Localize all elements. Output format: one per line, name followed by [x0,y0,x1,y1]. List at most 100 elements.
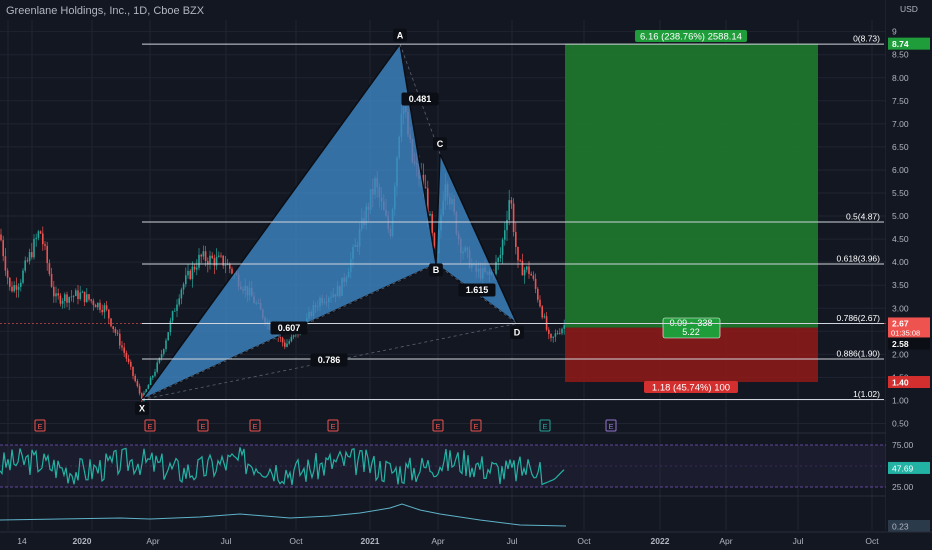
long-position-tool[interactable]: 6.16 (238.76%) 2588.141.18 (45.74%) 1000… [565,30,818,394]
candle-body [552,336,554,338]
candle-body [77,290,79,299]
candle-body [167,332,169,341]
candle-body [97,302,99,308]
candle-body [127,358,130,363]
candle-body [497,258,499,262]
candle-body [174,310,176,312]
candle-body [176,304,178,311]
candle-body [288,341,290,344]
candle-body [90,299,92,301]
earnings-letter-2: E [200,422,205,431]
fib-label-3: 0.786(2.67) [837,313,881,323]
price-tick-3: 2.00 [892,349,909,359]
candle-body [149,377,152,385]
rsi-tick-1: 25.00 [892,482,914,492]
candle-body [70,296,73,298]
ratio-label-1: 0.786 [318,355,341,365]
candle-body [198,254,200,268]
candle-body [204,251,207,262]
time-label-1: 2020 [73,536,92,546]
candle-body [39,231,42,234]
candle-body [279,337,282,339]
candle-body [59,295,62,304]
ratio-label-2: 0.481 [409,94,432,104]
candle-body [138,386,141,394]
point-label-d: D [514,328,521,338]
candle-body [229,263,231,269]
candle-body [28,252,31,262]
time-label-7: Jul [507,536,518,546]
candle-body [539,299,541,307]
earnings-letter-6: E [473,422,478,431]
price-tick-0: 0.50 [892,419,909,429]
candle-body [510,200,513,204]
earnings-letter-0: E [37,422,42,431]
price-tick-1: 1.00 [892,395,909,405]
candle-body [563,325,565,329]
time-label-8: Oct [577,536,591,546]
candle-body [130,362,132,367]
candle-body [286,343,288,347]
time-label-10: Apr [719,536,732,546]
candle-body [521,260,524,276]
candle-body [61,301,64,304]
candle-body [559,333,561,335]
candle-body [68,297,70,303]
candle-body [156,362,158,372]
time-label-9: 2022 [651,536,670,546]
price-tick-11: 6.00 [892,165,909,175]
time-label-12: Oct [865,536,879,546]
candle-body [92,300,95,305]
candle-body [231,268,233,274]
candle-body [561,328,563,334]
earnings-letter-7: E [542,422,547,431]
candle-body [24,260,26,271]
candle-body [548,329,550,334]
candle-body [125,352,128,359]
time-label-6: Apr [431,536,444,546]
candle-body [154,371,156,376]
candle-body [2,240,4,257]
price-axis[interactable]: USD0.501.001.502.002.503.003.504.004.505… [886,0,932,550]
earnings-letter-4: E [330,422,335,431]
currency-label: USD [900,4,918,14]
candle-body [537,288,539,300]
candle-body [108,309,110,319]
candle-body [152,375,154,378]
candle-body [53,286,55,297]
price-tick-16: 8.50 [892,50,909,60]
candle-body [17,286,20,290]
candle-body [114,329,117,333]
candle-body [532,275,535,279]
chart-stage[interactable]: Greenlane Holdings, Inc., 1D, Cboe BZX 6… [0,0,932,550]
candle-body [6,270,9,278]
candle-body [202,251,205,257]
price-tick-15: 8.00 [892,73,909,83]
candle-body [26,260,29,262]
rsi-pane[interactable] [0,444,886,488]
rsi-value-tag: 47.69 [892,463,914,473]
candle-body [193,266,196,270]
price-tick-8: 4.50 [892,234,909,244]
candle-body [182,284,185,290]
candle-body [9,277,11,287]
candle-body [121,345,123,348]
candle-body [224,264,227,266]
candle-body [506,219,508,231]
time-axis[interactable]: 14 2020 Apr Jul Oct 2021 Apr Jul Oct 2022 Apr Jul Oc… [0,531,932,550]
candle-body [187,270,189,276]
candle-body [88,294,90,300]
fib-label-1: 0.5(4.87) [846,212,880,222]
point-label-a: A [397,30,404,40]
candle-body [200,254,202,257]
candle-body [501,239,504,255]
candle-body [79,292,81,299]
lower-indicator-pane[interactable] [0,503,567,527]
point-label-x: X [139,404,145,414]
earnings-markers[interactable]: EEEEEEEEE [34,419,617,432]
candle-body [160,354,163,359]
candle-body [185,275,187,285]
price-chart[interactable]: 6.16 (238.76%) 2588.14 1.18 (45.74%) 100 0… [0,0,932,550]
profit-zone [565,43,818,328]
price-tick-10: 5.50 [892,188,909,198]
